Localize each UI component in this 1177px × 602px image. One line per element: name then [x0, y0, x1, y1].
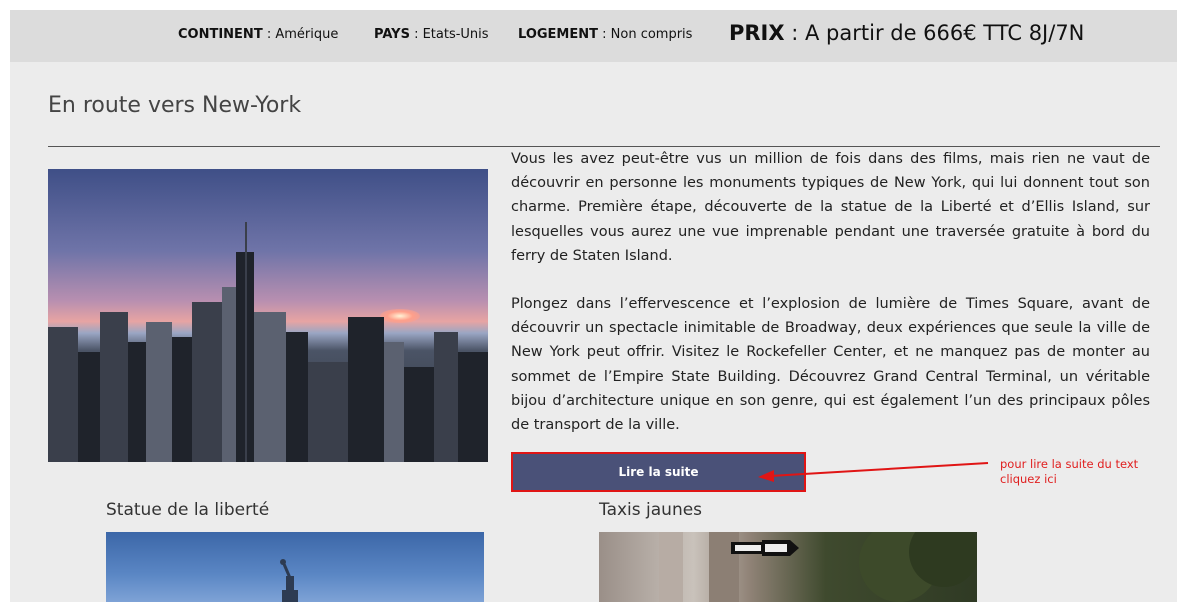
yellow-taxis-image[interactable] [599, 532, 977, 602]
card-title-taxis: Taxis jaunes [599, 500, 703, 520]
statue-icon [280, 559, 298, 602]
one-way-sign-icon [659, 532, 977, 602]
card-title-statue: Statue de la liberté [106, 500, 270, 520]
statue-of-liberty-image[interactable] [106, 532, 484, 602]
page-frame: CONTINENT : Amérique PAYS : Etats-Unis L… [10, 10, 1177, 602]
annotation-note: pour lire la suite du text cliquez ici [1000, 457, 1139, 486]
